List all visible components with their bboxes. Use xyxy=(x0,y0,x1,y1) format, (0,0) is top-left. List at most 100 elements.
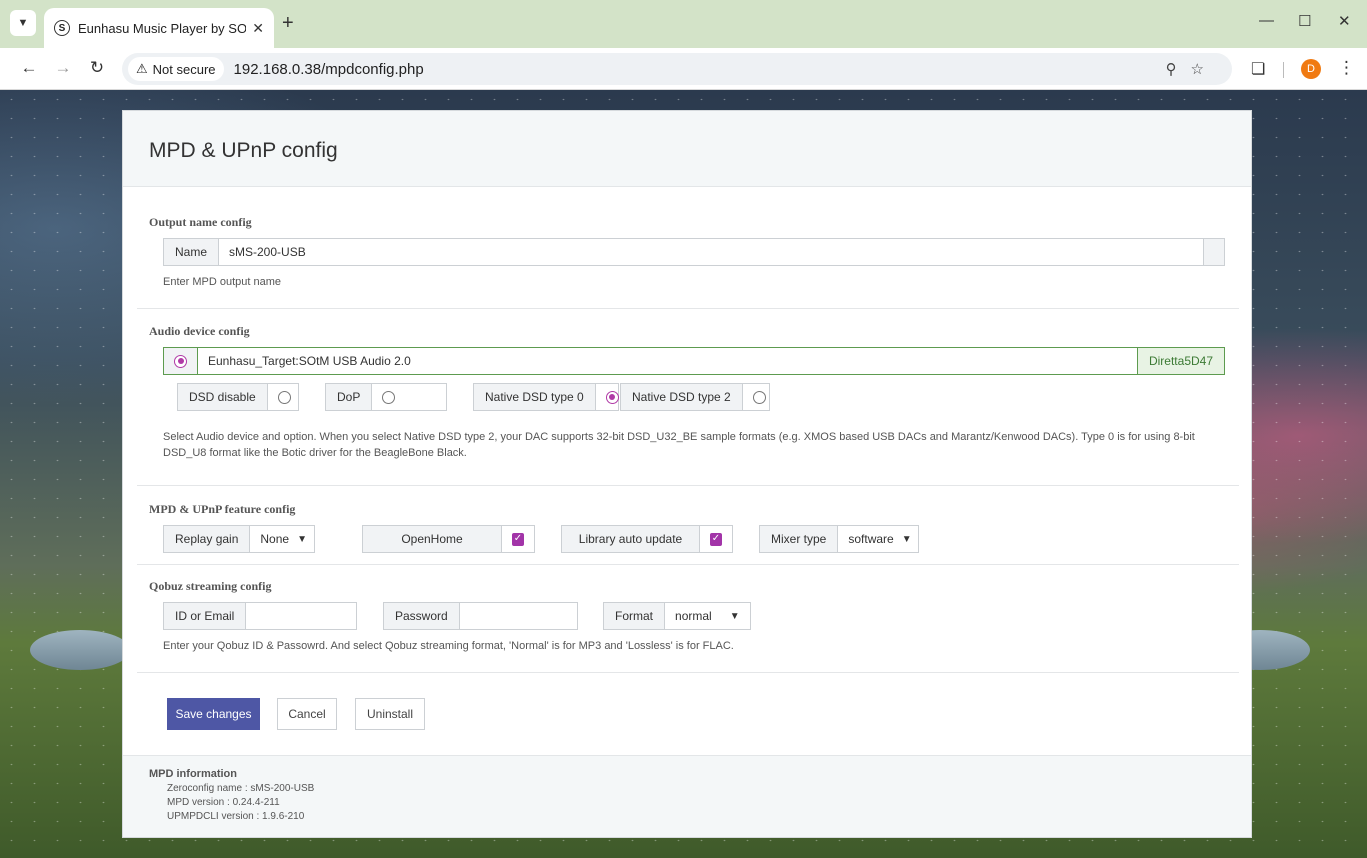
tab-title: Eunhasu Music Player by SOtM xyxy=(78,20,247,36)
panel-header: MPD & UPnP config xyxy=(123,111,1251,187)
library-update-label: Library auto update xyxy=(562,526,700,552)
audio-device-group[interactable]: Eunhasu_Target:SOtM USB Audio 2.0 Dirett… xyxy=(163,347,1225,375)
openhome-group[interactable]: OpenHome ✓ xyxy=(362,525,535,553)
browser-tab[interactable]: S Eunhasu Music Player by SOtM ✕ xyxy=(44,8,274,48)
output-section-title: Output name config xyxy=(149,215,252,229)
qobuz-id-group[interactable]: ID or Email xyxy=(163,602,357,630)
output-name-section: Output name config Name sMS-200-USB Ente… xyxy=(123,215,1253,290)
library-update-checkbox[interactable]: ✓ xyxy=(710,532,722,546)
feature-section: MPD & UPnP feature config Replay gain No… xyxy=(123,502,1253,553)
minimize-icon[interactable]: — xyxy=(1259,12,1274,29)
name-input-group: Name sMS-200-USB xyxy=(163,238,1225,266)
cancel-button[interactable]: Cancel xyxy=(277,698,337,730)
replay-gain-label: Replay gain xyxy=(164,526,251,552)
maximize-icon[interactable]: ☐ xyxy=(1298,12,1311,30)
chevron-down-icon: ▼ xyxy=(297,533,307,545)
qobuz-format-value: normal xyxy=(675,609,712,623)
security-chip[interactable]: ⚠ Not secure xyxy=(128,57,224,81)
openhome-label: OpenHome xyxy=(363,526,502,552)
native-dsd-0-group[interactable]: Native DSD type 0 xyxy=(473,383,619,411)
replay-gain-group[interactable]: Replay gain None ▼ xyxy=(163,525,315,553)
info-title: MPD information xyxy=(149,768,237,780)
dop-radio[interactable] xyxy=(382,390,396,404)
output-help: Enter MPD output name xyxy=(163,276,282,288)
dop-group[interactable]: DoP xyxy=(325,383,447,411)
name-input[interactable]: sMS-200-USB xyxy=(219,239,1204,265)
mpd-information: MPD information Zeroconfig name : sMS-20… xyxy=(123,755,1251,837)
dsd-disable-radio[interactable] xyxy=(277,390,291,404)
profile-avatar[interactable]: D xyxy=(1301,59,1321,79)
device-radio[interactable] xyxy=(174,354,187,368)
mixer-type-label: Mixer type xyxy=(760,526,839,552)
tab-favicon-icon: S xyxy=(54,20,70,36)
chevron-down-icon: ▼ xyxy=(901,533,912,545)
qobuz-section: Qobuz streaming config ID or Email Passw… xyxy=(123,579,1253,654)
mpd-version: MPD version : 0.24.4-211 xyxy=(167,797,280,808)
qobuz-id-input[interactable] xyxy=(246,603,356,629)
browser-toolbar: ← → ↻ ⚠ Not secure 192.168.0.38/mpdconfi… xyxy=(0,48,1367,90)
back-arrow-icon[interactable]: ← xyxy=(18,58,40,78)
save-changes-button[interactable]: Save changes xyxy=(167,698,260,730)
window-close-icon[interactable]: ✕ xyxy=(1338,12,1351,30)
tab-close-icon[interactable]: ✕ xyxy=(252,20,264,37)
warning-icon: ⚠ xyxy=(136,61,148,76)
native-dsd-0-label: Native DSD type 0 xyxy=(474,384,596,410)
tab-search-chevron-icon[interactable]: ▼ xyxy=(10,10,36,36)
qobuz-id-label: ID or Email xyxy=(164,603,247,629)
name-input-addon xyxy=(1204,239,1224,265)
qobuz-password-group[interactable]: Password xyxy=(383,602,578,630)
qobuz-format-label: Format xyxy=(604,603,666,629)
extensions-puzzle-icon[interactable]: ❏ xyxy=(1251,59,1265,79)
not-secure-label: Not secure xyxy=(152,61,216,77)
feature-section-title: MPD & UPnP feature config xyxy=(149,502,296,516)
qobuz-row: ID or Email Password Format normal ▼ xyxy=(163,602,1227,630)
forward-arrow-icon[interactable]: → xyxy=(52,58,74,78)
mixer-type-select[interactable]: software ▼ xyxy=(838,526,921,552)
address-bar[interactable]: ⚠ Not secure 192.168.0.38/mpdconfig.php … xyxy=(122,53,1232,85)
openhome-checkbox[interactable]: ✓ xyxy=(512,532,524,546)
device-radio-addon[interactable] xyxy=(164,348,198,374)
dsd-disable-label: DSD disable xyxy=(178,384,268,410)
chevron-down-icon: ▼ xyxy=(729,610,740,622)
qobuz-password-input[interactable] xyxy=(460,603,577,629)
mixer-type-group[interactable]: Mixer type software ▼ xyxy=(759,525,919,553)
dsd-options: DSD disable DoP Native DSD type 0 Native… xyxy=(177,383,1227,411)
upmpdcli-version: UPMPDCLI version : 1.9.6-210 xyxy=(167,811,305,822)
audio-device-section: Audio device config Eunhasu_Target:SOtM … xyxy=(123,324,1253,461)
qobuz-section-title: Qobuz streaming config xyxy=(149,579,272,593)
dsd-disable-group[interactable]: DSD disable xyxy=(177,383,299,411)
mixer-type-value: software xyxy=(848,532,894,546)
zeroconf-name: Zeroconfig name : sMS-200-USB xyxy=(167,783,315,794)
lake-left xyxy=(30,630,130,670)
audio-section-title: Audio device config xyxy=(149,324,250,338)
device-tag: Diretta5D47 xyxy=(1136,348,1224,374)
new-tab-plus-icon[interactable]: + xyxy=(282,12,294,35)
native-dsd-2-radio[interactable] xyxy=(752,390,766,404)
feature-row: Replay gain None ▼ OpenHome ✓ Library au… xyxy=(163,525,1227,553)
audio-help: Select Audio device and option. When you… xyxy=(163,431,1195,459)
browser-tab-bar: ▼ S Eunhasu Music Player by SOtM ✕ + — ☐… xyxy=(0,0,1367,48)
qobuz-format-group[interactable]: Format normal ▼ xyxy=(603,602,751,630)
uninstall-button[interactable]: Uninstall xyxy=(355,698,425,730)
toolbar-divider xyxy=(1283,62,1284,78)
qobuz-password-label: Password xyxy=(384,603,460,629)
browser-menu-icon[interactable]: ⋮ xyxy=(1338,58,1355,78)
replay-gain-value: None xyxy=(260,532,290,546)
name-label: Name xyxy=(164,239,220,265)
page-title: MPD & UPnP config xyxy=(149,139,338,162)
native-dsd-2-label: Native DSD type 2 xyxy=(621,384,743,410)
qobuz-help: Enter your Qobuz ID & Passowrd. And sele… xyxy=(163,640,734,652)
reload-icon[interactable]: ↻ xyxy=(86,58,108,78)
audio-device-name[interactable]: Eunhasu_Target:SOtM USB Audio 2.0 xyxy=(198,348,1137,374)
replay-gain-select[interactable]: None ▼ xyxy=(250,526,317,552)
divider xyxy=(137,485,1239,486)
qobuz-format-select[interactable]: normal ▼ xyxy=(665,603,750,629)
divider xyxy=(137,308,1239,309)
native-dsd-0-radio[interactable] xyxy=(605,390,619,404)
zoom-and-star-icons[interactable]: ⚲☆ xyxy=(1166,60,1218,78)
url-text[interactable]: 192.168.0.38/mpdconfig.php xyxy=(234,61,424,78)
library-update-group[interactable]: Library auto update ✓ xyxy=(561,525,733,553)
divider xyxy=(137,564,1239,565)
native-dsd-2-group[interactable]: Native DSD type 2 xyxy=(620,383,770,411)
dop-label: DoP xyxy=(326,384,373,410)
